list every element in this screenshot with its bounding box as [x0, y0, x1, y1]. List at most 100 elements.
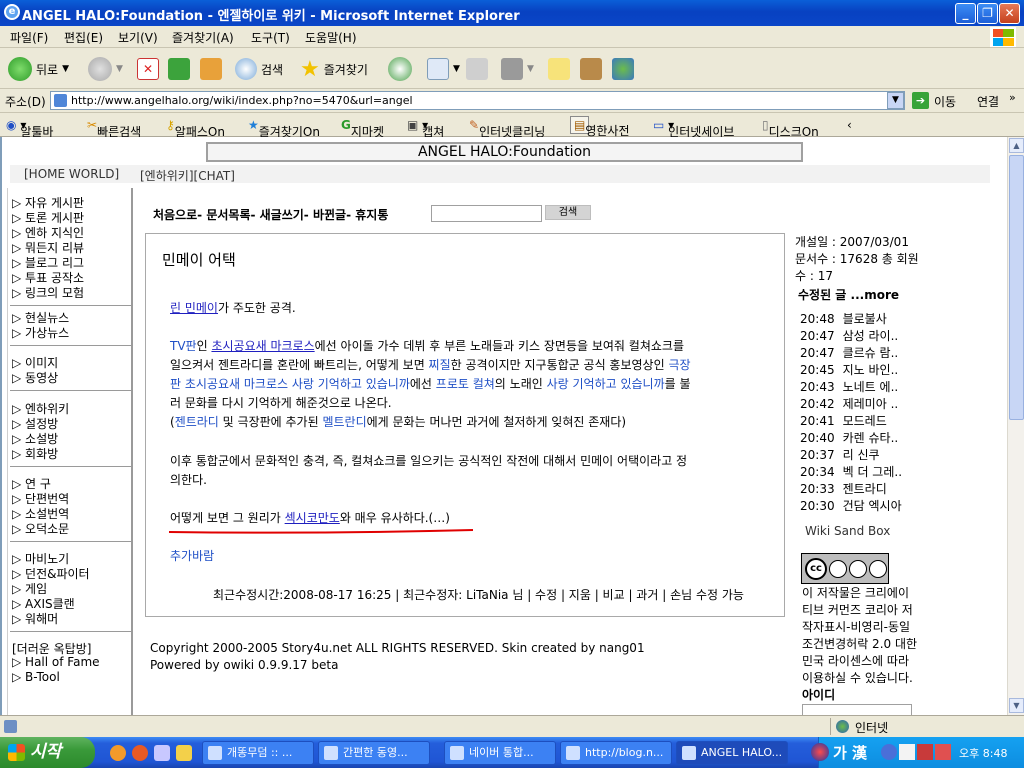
recent-change-title[interactable]: 노네트 에..	[843, 380, 899, 394]
chevron-icon[interactable]: »	[1009, 91, 1016, 104]
taskbar-item-4[interactable]: http://blog.n...	[560, 741, 672, 765]
recent-change-title[interactable]: 리 신쿠	[843, 448, 880, 462]
recent-change-title[interactable]: 벡 더 그레..	[843, 465, 902, 479]
scroll-thumb[interactable]	[1009, 155, 1024, 420]
wiki-sandbox-link[interactable]: Wiki Sand Box	[805, 524, 890, 538]
recent-change-item[interactable]: 20:45 지노 바인..	[800, 361, 898, 378]
back-button[interactable]: 뒤로 ▼	[8, 56, 69, 82]
home-button[interactable]	[200, 56, 222, 82]
recent-change-item[interactable]: 20:42 제레미아 ..	[800, 395, 898, 412]
vertical-scrollbar[interactable]: ▲ ▼	[1007, 137, 1024, 715]
go-arrow-icon[interactable]: ➔	[912, 92, 929, 109]
link-meltrandi[interactable]: 멜트란디	[322, 415, 366, 429]
forward-button[interactable]: ▼	[88, 56, 123, 82]
address-input[interactable]: http://www.angelhalo.org/wiki/index.php?…	[50, 91, 905, 110]
recent-change-item[interactable]: 20:30 건담 엑시아	[800, 497, 902, 514]
menu-tools[interactable]: 도구(T)	[251, 29, 290, 46]
linkbar-scroll-icon[interactable]: ‹	[847, 118, 852, 132]
search-button[interactable]: 검색	[235, 56, 283, 82]
scroll-down-button[interactable]: ▼	[1009, 698, 1024, 713]
wiki-search-input[interactable]	[431, 205, 542, 222]
recent-change-title[interactable]: 모드레드	[843, 414, 887, 428]
link-movie[interactable]: 극장	[668, 358, 690, 372]
link-zentradi[interactable]: 젠트라디	[175, 415, 219, 429]
sidebar-item[interactable]: ▷ 회화방	[12, 445, 58, 462]
sidebar-item[interactable]: ▷ 워해머	[12, 610, 58, 627]
print-button[interactable]	[466, 56, 488, 82]
recent-change-title[interactable]: 건담 엑시아	[843, 499, 902, 513]
quicklaunch-3-icon[interactable]	[154, 745, 170, 761]
messenger-button[interactable]	[612, 56, 634, 82]
research-button[interactable]	[580, 56, 602, 82]
menu-help[interactable]: 도움말(H)	[305, 29, 357, 46]
links-label[interactable]: 연결	[977, 93, 999, 110]
recent-change-item[interactable]: 20:43 노네트 에..	[800, 378, 898, 395]
recent-change-title[interactable]: 삼성 라이..	[843, 329, 899, 343]
link-capture[interactable]: ▣ 캡쳐 ▾	[407, 118, 444, 139]
edit-button[interactable]: ▼	[501, 56, 534, 82]
recent-change-item[interactable]: 20:37 리 신쿠	[800, 446, 880, 463]
link-gmarket[interactable]: G 지마켓	[341, 118, 384, 139]
discuss-button[interactable]	[548, 56, 570, 82]
close-button[interactable]: ✕	[999, 3, 1020, 24]
history-button[interactable]	[388, 56, 412, 82]
quicklaunch-2-icon[interactable]	[132, 745, 148, 761]
title-bar[interactable]: e ANGEL HALO:Foundation - 엔젤하이로 위키 - Mic…	[0, 0, 1024, 26]
recent-change-title[interactable]: 카렌 슈타..	[843, 431, 899, 445]
recent-change-title[interactable]: 지노 바인..	[843, 363, 899, 377]
sidebar-item[interactable]: ▷ 가상뉴스	[12, 324, 69, 341]
recent-change-item[interactable]: 20:33 젠트라디	[800, 480, 887, 497]
taskbar-item-5[interactable]: ANGEL HALO...	[676, 741, 788, 765]
creative-commons-badge[interactable]: cc	[801, 553, 889, 584]
sidebar-item[interactable]: ▷ Hall of Fame	[12, 655, 100, 669]
menu-file[interactable]: 파일(F)	[10, 29, 48, 46]
recent-change-item[interactable]: 20:47 삼성 라이..	[800, 327, 898, 344]
link-sexy-commando[interactable]: 섹시코만도	[285, 511, 340, 525]
link-jjijil[interactable]: 찌질	[429, 358, 451, 372]
maximize-button[interactable]: ❐	[977, 3, 998, 24]
menu-favorites[interactable]: 즐겨찾기(A)	[172, 29, 234, 46]
recent-change-title[interactable]: 클르슈 람..	[843, 346, 899, 360]
taskbar-item-2[interactable]: 간편한 동영...	[318, 741, 430, 765]
link-quick-search[interactable]: ✂ 빠른검색	[87, 118, 141, 139]
quicklaunch-4-icon[interactable]	[176, 745, 192, 761]
home-world-link[interactable]: [HOME WORLD]	[24, 167, 119, 181]
link-song[interactable]: 사랑 기억하고 있습니까	[547, 377, 665, 391]
recent-change-item[interactable]: 20:34 벡 더 그레..	[800, 463, 902, 480]
taskbar-item-3[interactable]: 네이버 통합...	[444, 741, 556, 765]
start-button[interactable]: 시작	[0, 737, 95, 768]
link-favorites-on[interactable]: ★ 즐겨찾기On	[248, 118, 320, 139]
link-alpass[interactable]: ⚷ 알패스On	[166, 118, 225, 139]
go-button[interactable]: 이동	[934, 93, 956, 110]
recent-changes-title[interactable]: 수정된 글 ...more	[798, 286, 899, 303]
minimize-button[interactable]: _	[955, 3, 976, 24]
link-disk-on[interactable]: ▯ 디스크On	[762, 118, 819, 139]
stop-button[interactable]: ✕	[137, 56, 159, 82]
link-dictionary[interactable]: ▤ 영한사전	[570, 116, 630, 138]
quicklaunch-1-icon[interactable]	[110, 745, 126, 761]
id-input[interactable]	[802, 704, 912, 715]
sidebar-item[interactable]: ▷ B-Tool	[12, 670, 60, 684]
link-protoculture[interactable]: 프로토 컬쳐	[436, 377, 495, 391]
sidebar-item[interactable]: ▷ 링크의 모험	[12, 284, 84, 301]
address-dropdown[interactable]: ▼	[887, 92, 904, 109]
mail-button[interactable]: ▼	[427, 56, 460, 82]
tray-2-icon[interactable]	[899, 744, 915, 760]
link-altoolbar[interactable]: ◉ 알툴바 ▾	[6, 118, 53, 139]
link-internet-cleaning[interactable]: ✎ 인터넷클리닝	[469, 118, 545, 139]
scroll-up-button[interactable]: ▲	[1009, 138, 1024, 153]
recent-change-title[interactable]: 제레미아 ..	[843, 397, 899, 411]
link-macross[interactable]: 초시공요새 마크로스	[211, 339, 314, 353]
tray-1-icon[interactable]	[881, 744, 897, 760]
wiki-menu[interactable]: 처음으로- 문서목록- 새글쓰기- 바뀐글- 휴지통	[153, 206, 388, 223]
recent-change-item[interactable]: 20:48 블로불사	[800, 310, 887, 327]
sidebar-item[interactable]: ▷ 오덕소문	[12, 520, 69, 537]
link-internet-save[interactable]: ▭ 인터넷세이브 ▾	[653, 118, 734, 139]
refresh-button[interactable]	[168, 56, 190, 82]
recent-change-item[interactable]: 20:40 카렌 슈타..	[800, 429, 898, 446]
menu-edit[interactable]: 편집(E)	[64, 29, 103, 46]
wiki-chat-link[interactable]: [엔하위키][CHAT]	[140, 167, 235, 184]
recent-change-item[interactable]: 20:41 모드레드	[800, 412, 887, 429]
recent-change-title[interactable]: 젠트라디	[843, 482, 887, 496]
recent-change-item[interactable]: 20:47 클르슈 람..	[800, 344, 898, 361]
